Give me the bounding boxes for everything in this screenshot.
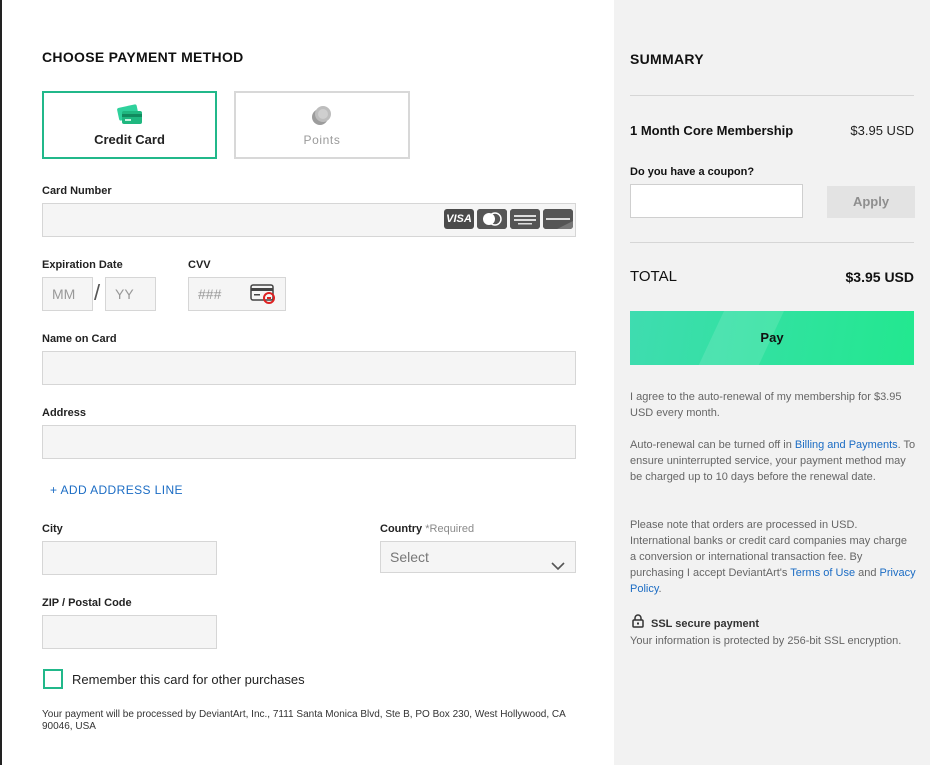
ssl-description: Your information is protected by 256-bit… bbox=[630, 635, 902, 647]
total-label: TOTAL bbox=[630, 268, 677, 285]
mastercard-icon bbox=[477, 209, 507, 229]
summary-panel: SUMMARY 1 Month Core Membership $3.95 US… bbox=[614, 0, 930, 765]
summary-divider bbox=[630, 95, 914, 96]
payment-processor-note: Your payment will be processed by Devian… bbox=[42, 709, 566, 732]
visa-icon: VISA bbox=[444, 209, 474, 229]
coupon-label: Do you have a coupon? bbox=[630, 166, 755, 178]
amex-icon bbox=[510, 209, 540, 229]
summary-heading: SUMMARY bbox=[630, 51, 704, 67]
exp-separator: / bbox=[94, 280, 101, 305]
card-number-label: Card Number bbox=[42, 185, 112, 197]
city-input[interactable] bbox=[42, 541, 217, 575]
cvv-card-icon bbox=[250, 283, 278, 310]
remember-card-checkbox[interactable] bbox=[43, 669, 63, 689]
billing-payments-link[interactable]: Billing and Payments bbox=[795, 439, 898, 451]
name-on-card-label: Name on Card bbox=[42, 333, 117, 345]
auto-renewal-agreement: I agree to the auto-renewal of my member… bbox=[630, 391, 902, 419]
address-input[interactable] bbox=[42, 425, 576, 459]
total-amount: $3.95 USD bbox=[845, 269, 914, 285]
summary-divider bbox=[630, 242, 914, 243]
credit-card-method-button[interactable]: Credit Card bbox=[42, 91, 217, 159]
address-label: Address bbox=[42, 407, 87, 419]
remember-card-label[interactable]: Remember this card for other purchases bbox=[72, 672, 305, 687]
country-label: Country *Required bbox=[380, 523, 474, 535]
points-icon bbox=[309, 103, 335, 132]
zip-label: ZIP / Postal Code bbox=[42, 597, 132, 609]
credit-card-icon bbox=[116, 103, 144, 132]
auto-renewal-note: Auto-renewal can be turned off in Billin… bbox=[630, 437, 916, 485]
ssl-row: SSL secure payment bbox=[632, 614, 759, 633]
item-name: 1 Month Core Membership bbox=[630, 123, 794, 138]
and-text: and bbox=[855, 567, 880, 579]
coupon-input[interactable] bbox=[630, 184, 803, 218]
city-label: City bbox=[42, 523, 63, 535]
item-price: $3.95 USD bbox=[850, 123, 914, 138]
country-required-note: *Required bbox=[425, 523, 475, 535]
terms-of-use-link[interactable]: Terms of Use bbox=[790, 567, 855, 579]
country-selected-value: Select bbox=[390, 549, 429, 565]
exp-year-input[interactable]: YY bbox=[105, 277, 156, 311]
add-address-line-link[interactable]: + ADD ADDRESS LINE bbox=[50, 483, 183, 497]
renewal-prefix: Auto-renewal can be turned off in bbox=[630, 439, 795, 451]
credit-card-method-label: Credit Card bbox=[94, 132, 165, 147]
country-select[interactable]: Select bbox=[380, 541, 576, 573]
points-method-button[interactable]: Points bbox=[234, 91, 410, 159]
chevron-down-icon bbox=[551, 551, 565, 581]
discover-icon bbox=[543, 209, 573, 229]
payment-panel: CHOOSE PAYMENT METHOD Credit Card Points… bbox=[0, 0, 614, 765]
period: . bbox=[658, 583, 662, 595]
exp-month-input[interactable]: MM bbox=[42, 277, 93, 311]
apply-coupon-button[interactable]: Apply bbox=[827, 186, 915, 218]
pay-button-label: Pay bbox=[760, 330, 784, 345]
lock-icon bbox=[632, 614, 644, 633]
name-on-card-input[interactable] bbox=[42, 351, 576, 385]
cvv-label: CVV bbox=[188, 259, 211, 271]
zip-input[interactable] bbox=[42, 615, 217, 649]
usd-processing-note: Please note that orders are processed in… bbox=[630, 517, 916, 597]
expiration-date-label: Expiration Date bbox=[42, 259, 123, 271]
payment-method-heading: CHOOSE PAYMENT METHOD bbox=[42, 49, 244, 65]
points-method-label: Points bbox=[303, 133, 341, 147]
ssl-title: SSL secure payment bbox=[651, 617, 760, 630]
country-label-text: Country bbox=[380, 523, 423, 535]
pay-button[interactable]: Pay bbox=[630, 311, 914, 365]
card-brand-logos: VISA bbox=[444, 209, 573, 229]
